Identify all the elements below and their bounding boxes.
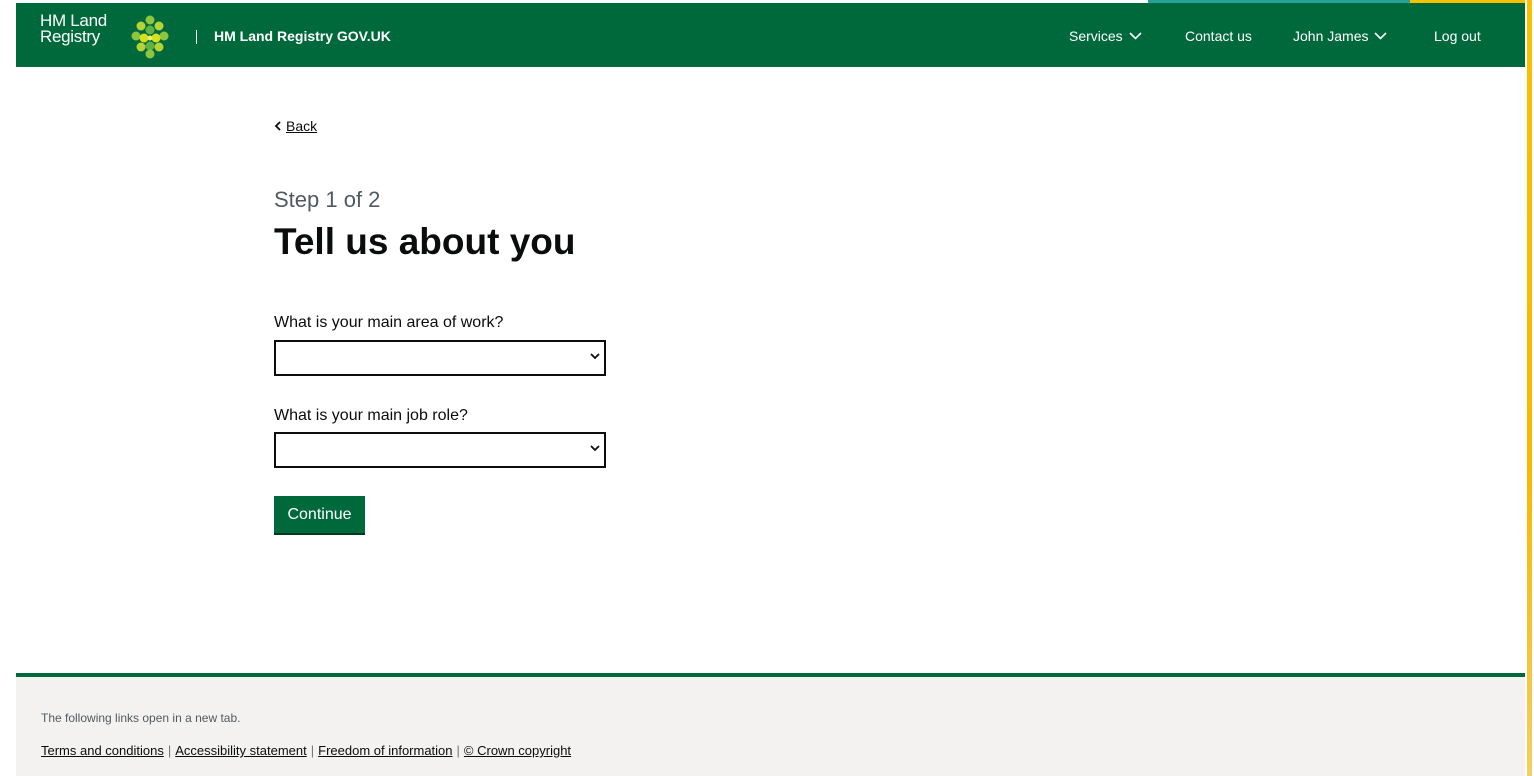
- terms-link[interactable]: Terms and conditions: [41, 743, 164, 758]
- footer-separator: |: [167, 743, 172, 758]
- logout-link[interactable]: Log out: [1434, 28, 1481, 44]
- crown-copyright-link[interactable]: © Crown copyright: [464, 743, 571, 758]
- freedom-of-information-link[interactable]: Freedom of information: [318, 743, 452, 758]
- right-edge: [1525, 0, 1534, 776]
- footer-note: The following links open in a new tab.: [41, 711, 241, 725]
- back-link[interactable]: Back: [274, 118, 317, 134]
- logout-label: Log out: [1434, 28, 1481, 44]
- user-name-label: John James: [1293, 28, 1369, 44]
- footer-separator: |: [456, 743, 460, 758]
- chevron-down-icon: [1374, 32, 1388, 40]
- footer-links: Terms and conditions | Accessibility state…: [41, 743, 571, 758]
- footer-separator: |: [310, 743, 315, 758]
- job-role-label: What is your main job role?: [274, 407, 468, 424]
- back-label: Back: [286, 118, 318, 134]
- site-footer: The following links open in a new tab. T…: [16, 673, 1525, 776]
- chevron-down-icon: [1129, 32, 1142, 40]
- area-of-work-select[interactable]: [274, 340, 606, 376]
- services-label: Services: [1069, 28, 1123, 44]
- browser-viewport: HM Land Registry HM Land Registry GOV.UK…: [0, 0, 1534, 776]
- page: HM Land Registry HM Land Registry GOV.UK…: [16, 0, 1525, 776]
- accessibility-link[interactable]: Accessibility statement: [175, 743, 307, 758]
- site-header: HM Land Registry HM Land Registry GOV.UK…: [16, 3, 1525, 67]
- service-name-link[interactable]: HM Land Registry GOV.UK: [214, 28, 391, 44]
- page-title: Tell us about you: [274, 221, 576, 262]
- logo-wordmark[interactable]: HM Land Registry: [40, 12, 107, 46]
- hm-land-registry-crest-icon: [131, 15, 169, 59]
- chevron-left-icon: [274, 121, 281, 131]
- contact-us-link[interactable]: Contact us: [1185, 28, 1252, 44]
- header-divider: [196, 30, 197, 44]
- user-menu[interactable]: John James: [1293, 28, 1388, 44]
- continue-button[interactable]: Continue: [274, 496, 365, 533]
- job-role-select[interactable]: [274, 432, 606, 468]
- logo-line-2: Registry: [40, 27, 100, 46]
- step-caption: Step 1 of 2: [274, 187, 381, 212]
- right-accent-stripe: [1527, 0, 1532, 776]
- area-of-work-label: What is your main area of work?: [274, 314, 504, 331]
- left-margin: [0, 0, 16, 776]
- chevron-down-icon: [590, 353, 600, 360]
- services-menu[interactable]: Services: [1069, 28, 1142, 44]
- contact-us-label: Contact us: [1185, 28, 1252, 44]
- chevron-down-icon: [590, 445, 600, 452]
